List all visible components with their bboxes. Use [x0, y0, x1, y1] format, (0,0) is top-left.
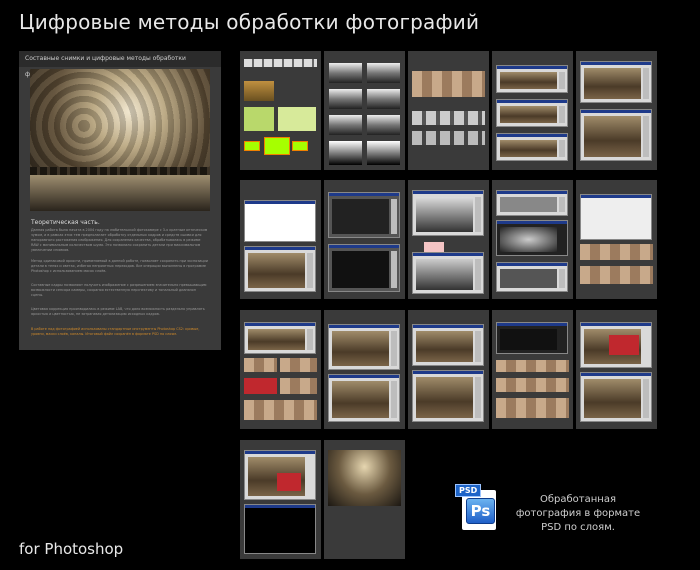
thumbnail-page[interactable]: [324, 51, 405, 170]
photoshop-window: [496, 220, 568, 256]
photoshop-window: [244, 450, 316, 500]
footer-text: for Photoshop: [19, 540, 124, 558]
photoshop-window: [580, 109, 652, 161]
thumb-swatch: [292, 141, 308, 151]
thumbnail-page[interactable]: [240, 440, 321, 559]
main-photo: [30, 69, 210, 211]
paragraph-1: Данная работа была начата в 2004 году на…: [31, 228, 208, 252]
paragraph-4: Цветовая коррекция производилась в режим…: [31, 307, 205, 316]
thumbnail-page[interactable]: [324, 310, 405, 429]
photoshop-window: [496, 262, 568, 292]
photoshop-window: [580, 372, 652, 422]
photoshop-window: [580, 322, 652, 368]
thumb-bw-image: [329, 115, 362, 135]
thumb-bw-image: [329, 89, 362, 109]
thumb-callout: [424, 242, 444, 252]
thumb-panorama: [496, 360, 569, 372]
photoshop-window: [244, 504, 316, 554]
photoshop-window: [244, 246, 316, 292]
thumb-bw-image: [367, 89, 400, 109]
thumbnail-page[interactable]: [576, 51, 657, 170]
thumb-bw-image: [367, 141, 400, 165]
photoshop-window: [412, 324, 484, 366]
thumb-bw-image: [367, 115, 400, 135]
theory-heading: Теоретическая часть.: [31, 219, 100, 226]
thumbnail-page[interactable]: [408, 51, 489, 170]
thumb-bw-image: [329, 141, 362, 165]
thumb-panorama: [412, 111, 485, 125]
thumbnail-page[interactable]: [324, 440, 405, 559]
thumb-tile: [244, 400, 317, 420]
thumb-panorama: [412, 131, 485, 145]
thumb-strip: [244, 59, 317, 67]
thumbnail-page[interactable]: [324, 180, 405, 299]
panel-header: Составные снимки и цифровые методы обраб…: [19, 51, 221, 78]
photoshop-window: [328, 324, 400, 370]
paragraph-5: В работе над фотографией использованы ст…: [31, 327, 200, 336]
photoshop-window: [496, 133, 568, 161]
dialog-window: [244, 200, 316, 242]
thumb-panorama: [496, 398, 569, 418]
thumb-photo: [328, 450, 401, 506]
photoshop-window: [328, 192, 400, 238]
psd-note: Обработанная фотография в формате PSD по…: [515, 494, 641, 533]
photoshop-window: [496, 65, 568, 93]
photoshop-window: [580, 61, 652, 103]
thumb-panorama: [580, 244, 653, 260]
thumbnail-page[interactable]: [492, 180, 573, 299]
photoshop-window: [412, 190, 484, 236]
thumb-panorama: [412, 71, 485, 97]
thumb-swatch: [264, 137, 290, 155]
paragraph-3: Составные кадры позволяют получить изобр…: [31, 283, 207, 297]
photoshop-window: [328, 374, 400, 422]
photoshop-window: [496, 190, 568, 216]
thumbnail-page[interactable]: [492, 51, 573, 170]
thumb-image: [278, 107, 316, 131]
photoshop-logo-icon: Ps: [466, 498, 495, 524]
photoshop-window: [496, 99, 568, 127]
thumb-tile: [280, 358, 317, 372]
thumbnail-page[interactable]: [408, 180, 489, 299]
thumb-bw-image: [367, 63, 400, 83]
paragraph-2: Метод одинаковой яркости, применяемый в …: [31, 259, 208, 273]
photoshop-window: [412, 252, 484, 294]
thumbnail-page[interactable]: [240, 51, 321, 170]
thumb-image: [244, 81, 274, 101]
thumb-tile: [280, 378, 317, 394]
photo-water: [30, 175, 210, 211]
psd-label: PSD: [455, 484, 482, 497]
thumb-image: [244, 107, 274, 131]
thumbnail-page[interactable]: [576, 310, 657, 429]
thumb-tile: [244, 358, 277, 372]
thumbnail-page[interactable]: [240, 310, 321, 429]
photoshop-window: [412, 370, 484, 422]
photoshop-window: [328, 244, 400, 292]
main-document-panel: Составные снимки и цифровые методы обраб…: [19, 51, 221, 350]
photoshop-window: [496, 322, 568, 354]
thumb-bw-image: [329, 63, 362, 83]
thumbnail-page[interactable]: [408, 310, 489, 429]
thumb-panorama: [496, 378, 569, 392]
red-selection: [609, 335, 639, 355]
thumb-swatch: [244, 141, 260, 151]
red-selection: [277, 473, 301, 491]
psd-file-icon: Ps PSD: [455, 484, 498, 532]
thumbnail-page[interactable]: [492, 310, 573, 429]
photoshop-window: [244, 322, 316, 354]
dialog-window: [580, 194, 652, 240]
thumbnail-page[interactable]: [240, 180, 321, 299]
thumb-tile-red: [244, 378, 277, 394]
thumb-panorama: [580, 266, 653, 284]
page-title: Цифровые методы обработки фотографий: [19, 10, 480, 34]
thumbnail-page[interactable]: [576, 180, 657, 299]
